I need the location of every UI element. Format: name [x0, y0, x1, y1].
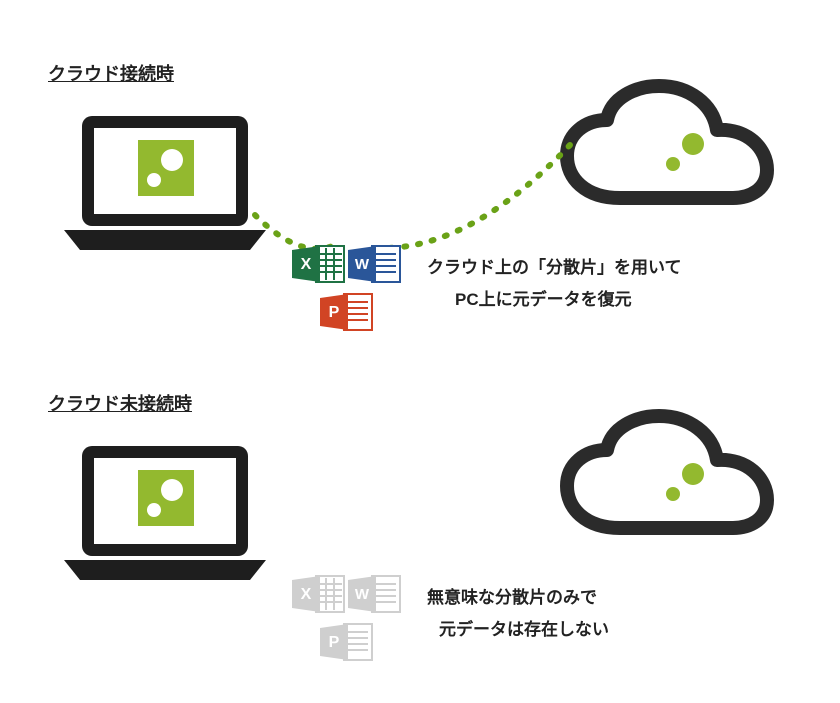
- connection-dots: [0, 0, 840, 360]
- word-file-icon-disabled: W: [348, 576, 400, 612]
- caption-connected-line2: PC上に元データを復元: [427, 290, 632, 309]
- heading-disconnected: クラウド未接続時: [48, 390, 192, 416]
- svg-text:P: P: [329, 304, 340, 321]
- app-tile-icon: [138, 470, 194, 526]
- cloud-icon: [555, 408, 780, 558]
- caption-disconnected-line2: 元データは存在しない: [427, 620, 609, 639]
- caption-connected: クラウド上の「分散片」を用いて PC上に元データを復元: [427, 252, 682, 317]
- svg-text:W: W: [355, 586, 370, 603]
- word-file-icon: W: [348, 246, 400, 282]
- caption-disconnected-line1: 無意味な分散片のみで: [427, 588, 597, 607]
- excel-file-icon-disabled: X: [292, 576, 344, 612]
- svg-text:P: P: [329, 634, 340, 651]
- laptop-icon: [60, 438, 270, 593]
- excel-file-icon: X: [292, 246, 344, 282]
- caption-disconnected: 無意味な分散片のみで 元データは存在しない: [427, 582, 609, 647]
- svg-text:X: X: [301, 256, 312, 273]
- svg-text:X: X: [301, 586, 312, 603]
- file-icons-disconnected: X W P: [290, 572, 410, 677]
- powerpoint-file-icon: P: [320, 294, 372, 330]
- file-icons-connected: X W P: [290, 242, 410, 347]
- caption-connected-line1: クラウド上の「分散片」を用いて: [427, 258, 682, 277]
- powerpoint-file-icon-disabled: P: [320, 624, 372, 660]
- svg-text:W: W: [355, 256, 370, 273]
